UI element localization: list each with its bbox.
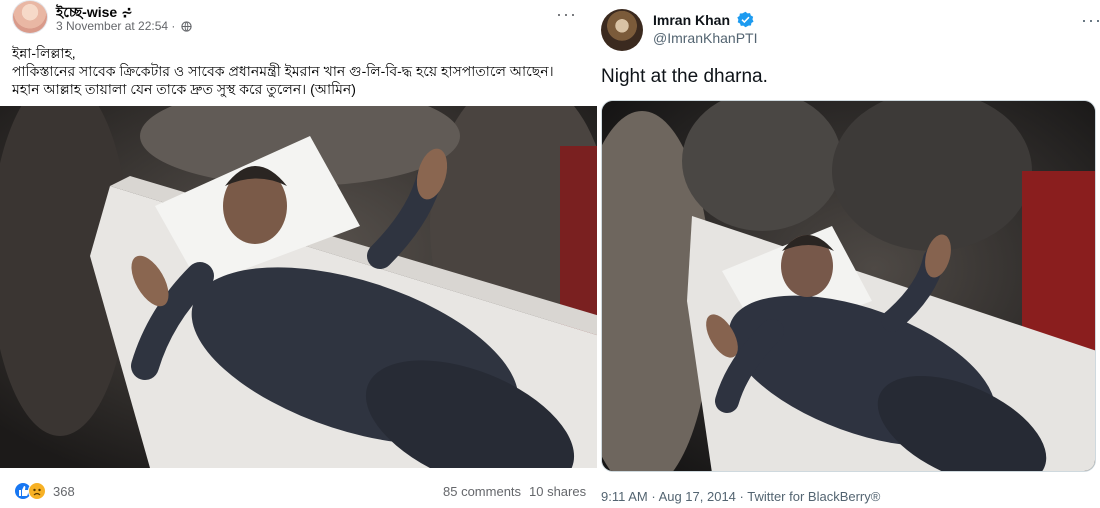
sad-icon: [28, 482, 46, 500]
post-photo[interactable]: [0, 106, 597, 468]
handle[interactable]: @ImranKhanPTI: [653, 30, 757, 46]
facebook-post: ইচ্ছে-wise ⩫ 3 November at 22:54 · ··· ই…: [0, 0, 597, 508]
globe-icon: [181, 21, 192, 32]
tweet: Imran Khan @ImranKhanPTI ··· Night at th…: [597, 0, 1100, 508]
display-name-text[interactable]: Imran Khan: [653, 12, 730, 28]
more-options-icon[interactable]: ···: [556, 4, 577, 25]
post-timestamp[interactable]: 3 November at 22:54 ·: [56, 19, 192, 33]
post-text-line: পাকিস্তানের সাবেক ক্রিকেটার ও সাবেক প্রধ…: [12, 63, 554, 79]
more-options-icon[interactable]: ···: [1081, 10, 1100, 31]
tweet-text: Night at the dharna.: [601, 66, 768, 87]
display-name[interactable]: Imran Khan: [653, 11, 754, 28]
shares-count[interactable]: 10 shares: [529, 484, 586, 499]
tweet-photo[interactable]: [601, 100, 1096, 472]
post-date[interactable]: 3 November at 22:54 ·: [56, 19, 175, 33]
post-text-line: ইন্না-লিল্লাহ,: [12, 45, 76, 61]
reactions-summary[interactable]: [14, 482, 50, 500]
author-avatar[interactable]: [12, 0, 48, 34]
profile-avatar[interactable]: [601, 9, 643, 51]
verified-badge-icon: [737, 11, 754, 28]
comments-count[interactable]: 85 comments: [443, 484, 521, 499]
tweet-meta[interactable]: 9:11 AM · Aug 17, 2014 · Twitter for Bla…: [601, 489, 880, 504]
reaction-count[interactable]: 368: [53, 484, 75, 499]
post-text: ইন্না-লিল্লাহ, পাকিস্তানের সাবেক ক্রিকেট…: [12, 44, 587, 98]
post-text-line: মহান আল্লাহ তায়ালা যেন তাকে দ্রুত সুস্থ…: [12, 81, 356, 97]
post-footer: 368 85 comments 10 shares: [0, 478, 597, 504]
